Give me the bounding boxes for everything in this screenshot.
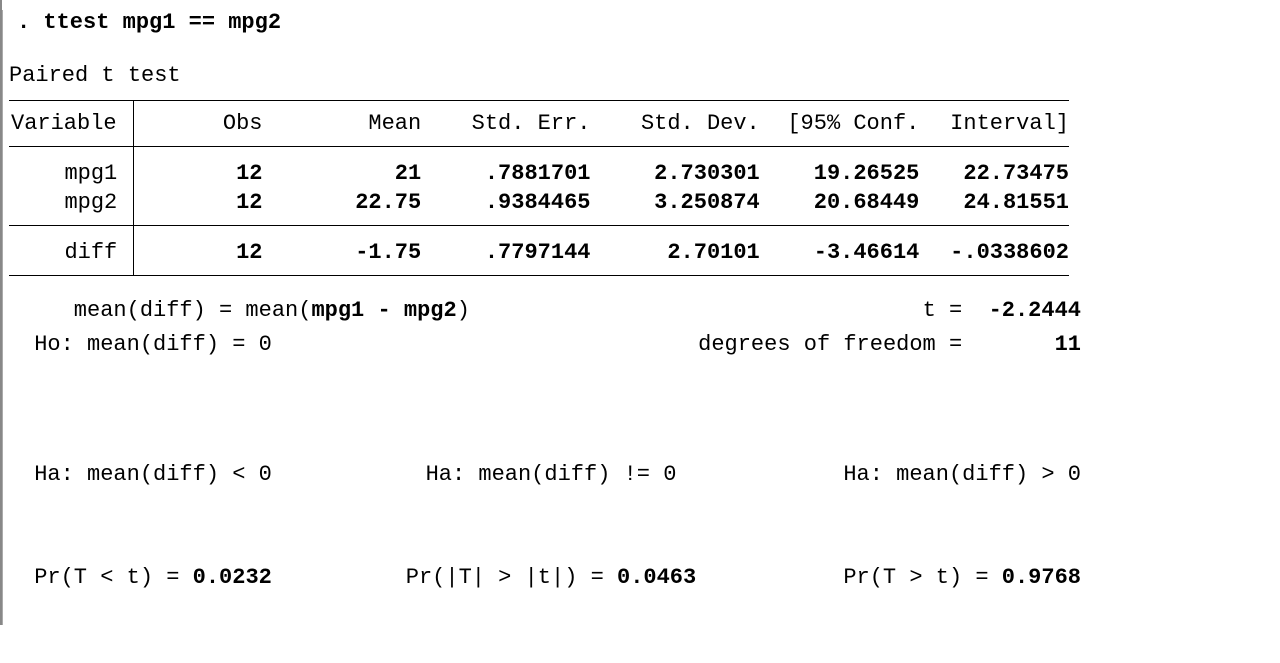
ttest-table: Variable Obs Mean Std. Err. Std. Dev. [9… — [9, 100, 1069, 276]
cell-lo: 19.26525 — [760, 147, 920, 189]
cell-var: mpg2 — [9, 188, 134, 226]
ha-label: Ha: mean(diff) > 0 — [728, 458, 1081, 492]
cell-hi: -.0338602 — [919, 226, 1069, 276]
cell-hi: 24.81551 — [919, 188, 1069, 226]
mean-diff-definition: mean(diff) = mean(mpg1 - mpg2) — [21, 294, 470, 328]
cell-mean: 21 — [263, 147, 422, 189]
header-ci-lo: [95% Conf. — [760, 101, 920, 147]
cell-sd: 2.730301 — [590, 147, 759, 189]
hypothesis-left: Ha: mean(diff) < 0 Pr(T < t) = 0.0232 — [21, 390, 374, 663]
cell-lo: -3.46614 — [760, 226, 920, 276]
cell-var: mpg1 — [9, 147, 134, 189]
ha-label: Ha: mean(diff) < 0 — [21, 458, 374, 492]
header-ci-hi: Interval] — [919, 101, 1069, 147]
cell-obs: 12 — [134, 188, 263, 226]
alternative-hypotheses: Ha: mean(diff) < 0 Pr(T < t) = 0.0232 Ha… — [9, 390, 1081, 663]
ha-label: Ha: mean(diff) != 0 — [374, 458, 727, 492]
cell-mean: -1.75 — [263, 226, 422, 276]
p-value-line: Pr(|T| > |t|) = 0.0463 — [374, 561, 727, 595]
cell-var: diff — [9, 226, 134, 276]
test-title: Paired t test — [9, 63, 1280, 88]
header-mean: Mean — [263, 101, 422, 147]
cell-lo: 20.68449 — [760, 188, 920, 226]
table-row: mpg2 12 22.75 .9384465 3.250874 20.68449… — [9, 188, 1069, 226]
table-header-row: Variable Obs Mean Std. Err. Std. Dev. [9… — [9, 101, 1069, 147]
header-variable: Variable — [9, 101, 134, 147]
null-hypothesis: Ho: mean(diff) = 0 — [21, 328, 272, 362]
degrees-of-freedom: degrees of freedom = 11 — [698, 328, 1081, 362]
cell-se: .7881701 — [421, 147, 590, 189]
p-value-line: Pr(T < t) = 0.0232 — [21, 561, 374, 595]
table-row: mpg1 12 21 .7881701 2.730301 19.26525 22… — [9, 147, 1069, 189]
cell-hi: 22.73475 — [919, 147, 1069, 189]
t-statistic: t = -2.2444 — [923, 294, 1081, 328]
header-sd: Std. Dev. — [590, 101, 759, 147]
cell-obs: 12 — [134, 226, 263, 276]
cell-se: .7797144 — [421, 226, 590, 276]
summary-block: mean(diff) = mean(mpg1 - mpg2) t = -2.24… — [9, 294, 1081, 362]
cell-sd: 3.250874 — [590, 188, 759, 226]
cell-obs: 12 — [134, 147, 263, 189]
cell-se: .9384465 — [421, 188, 590, 226]
cell-sd: 2.70101 — [590, 226, 759, 276]
header-obs: Obs — [134, 101, 263, 147]
p-value-line: Pr(T > t) = 0.9768 — [728, 561, 1081, 595]
command-line: . ttest mpg1 == mpg2 — [9, 10, 1280, 35]
hypothesis-center: Ha: mean(diff) != 0 Pr(|T| > |t|) = 0.04… — [374, 390, 727, 663]
header-se: Std. Err. — [421, 101, 590, 147]
hypothesis-right: Ha: mean(diff) > 0 Pr(T > t) = 0.9768 — [728, 390, 1081, 663]
cell-mean: 22.75 — [263, 188, 422, 226]
table-row: diff 12 -1.75 .7797144 2.70101 -3.46614 … — [9, 226, 1069, 276]
